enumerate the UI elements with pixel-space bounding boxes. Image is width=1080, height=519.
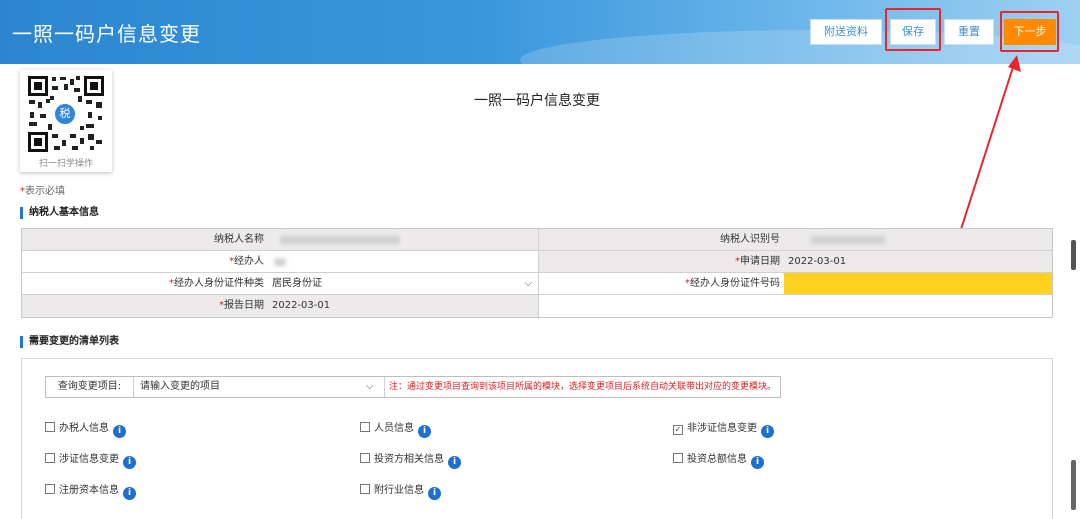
checkbox-certificate-change[interactable]: 涉证信息变更 i: [45, 452, 136, 469]
required-fields-note: *表示必填: [20, 186, 65, 197]
id-number-label: *经办人身份证件号码: [538, 273, 784, 295]
document-title: 一照一码户信息变更: [474, 93, 600, 109]
info-icon[interactable]: i: [428, 487, 441, 500]
qr-code-label: 扫一扫学操作: [38, 159, 93, 169]
checkbox-icon[interactable]: [45, 422, 55, 432]
query-input[interactable]: 请输入变更的项目: [140, 377, 376, 397]
checkbox-icon[interactable]: [360, 484, 370, 494]
table-row: *经办人身份证件种类 居民身份证 ⌵ *经办人身份证件号码: [22, 273, 1052, 295]
tax-logo-badge: 税: [53, 102, 77, 126]
checkbox-subsidiary-industry-info[interactable]: 附行业信息 i: [360, 483, 441, 500]
agent-value[interactable]: [268, 251, 538, 273]
checkbox-tax-handler-info[interactable]: 办税人信息 i: [45, 421, 126, 438]
basic-info-table: 纳税人名称 纳税人识别号 *经办人 *申请日期 2022-03-01 *经办人身…: [21, 228, 1053, 319]
scrollbar-thumb-secondary[interactable]: [1071, 460, 1076, 510]
chevron-down-icon[interactable]: ⌵: [366, 377, 374, 397]
taxpayer-name-label: 纳税人名称: [22, 229, 268, 251]
change-list-panel: 查询变更项目: 请输入变更的项目 ⌵ 注：通过变更项目查询到该项目所属的模块，选…: [21, 358, 1053, 519]
table-row: *报告日期 2022-03-01: [22, 295, 1052, 317]
checkbox-registered-capital-info[interactable]: 注册资本信息 i: [45, 483, 136, 500]
checkbox-icon[interactable]: [45, 453, 55, 463]
chevron-down-icon: ⌵: [524, 278, 532, 289]
info-icon[interactable]: i: [123, 456, 136, 469]
checkbox-investor-info[interactable]: 投资方相关信息 i: [360, 452, 461, 469]
taxpayer-id-label: 纳税人识别号: [538, 229, 784, 251]
table-row: 纳税人名称 纳税人识别号: [22, 229, 1052, 251]
checkbox-icon[interactable]: [360, 453, 370, 463]
info-icon[interactable]: i: [123, 487, 136, 500]
info-icon[interactable]: i: [113, 425, 126, 438]
query-label: 查询变更项目:: [46, 377, 134, 397]
checkbox-icon[interactable]: [673, 453, 683, 463]
id-type-select[interactable]: 居民身份证 ⌵: [268, 273, 538, 295]
query-note: 注：通过变更项目查询到该项目所属的模块，选择变更项目后系统自动关联带出对应的变更…: [384, 377, 776, 397]
agent-label: *经办人: [22, 251, 268, 273]
empty-cell: [538, 295, 1052, 317]
id-number-input[interactable]: [784, 273, 1052, 295]
change-item-search: 查询变更项目: 请输入变更的项目 ⌵ 注：通过变更项目查询到该项目所属的模块，选…: [45, 376, 781, 398]
info-icon[interactable]: i: [418, 425, 431, 438]
taxpayer-id-value: [784, 229, 1052, 251]
column-divider: [538, 229, 539, 319]
scrollbar-thumb[interactable]: [1071, 240, 1076, 270]
report-date-value: 2022-03-01: [268, 295, 538, 317]
apply-date-value: 2022-03-01: [784, 251, 1052, 273]
checkbox-total-investment-info[interactable]: 投资总额信息 i: [673, 452, 764, 469]
basic-info-section-title: 纳税人基本信息: [20, 207, 99, 219]
checkbox-personnel-info[interactable]: 人员信息 i: [360, 421, 431, 438]
qr-code-card[interactable]: 税 扫一扫学操作: [20, 70, 112, 172]
change-list-section-title: 需要变更的清单列表: [20, 336, 119, 348]
checkbox-non-certificate-change[interactable]: ✓ 非涉证信息变更 i: [673, 421, 774, 438]
id-type-label: *经办人身份证件种类: [22, 273, 268, 295]
checkbox-icon[interactable]: [45, 484, 55, 494]
apply-date-label: *申请日期: [538, 251, 784, 273]
taxpayer-name-value: [268, 229, 538, 251]
info-icon[interactable]: i: [761, 425, 774, 438]
checkbox-icon[interactable]: [360, 422, 370, 432]
table-row: *经办人 *申请日期 2022-03-01: [22, 251, 1052, 273]
report-date-label: *报告日期: [22, 295, 268, 317]
info-icon[interactable]: i: [751, 456, 764, 469]
checkbox-checked-icon[interactable]: ✓: [673, 425, 683, 435]
info-icon[interactable]: i: [448, 456, 461, 469]
